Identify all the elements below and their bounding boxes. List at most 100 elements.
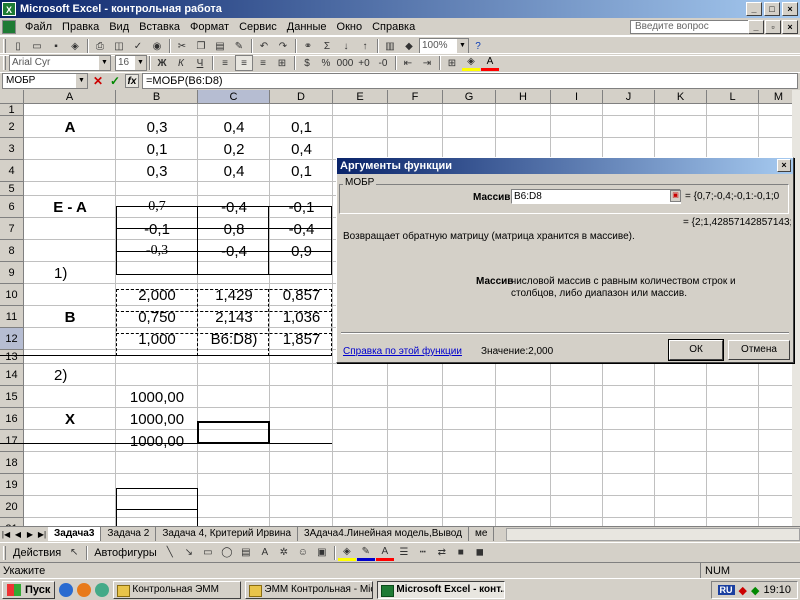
row-header-3[interactable]: 3 xyxy=(0,138,24,160)
rectangle-icon[interactable]: ▭ xyxy=(199,545,217,561)
ask-question-input[interactable]: Введите вопрос xyxy=(630,20,750,34)
cell-c12[interactable]: B6:D8) xyxy=(198,328,270,350)
line-icon[interactable]: ╲ xyxy=(161,545,179,561)
paste-icon[interactable]: ▤ xyxy=(211,38,229,54)
cell-b16[interactable]: 1000,00 xyxy=(116,408,198,430)
redo-icon[interactable]: ↷ xyxy=(274,38,292,54)
enter-icon[interactable]: ✓ xyxy=(108,74,122,88)
copy-icon[interactable]: ❐ xyxy=(192,38,210,54)
cell-a9[interactable]: 1) xyxy=(24,262,116,284)
line-style-icon[interactable]: ☰ xyxy=(395,545,413,561)
sort-asc-icon[interactable]: ↓ xyxy=(337,38,355,54)
3d-icon[interactable]: ◼ xyxy=(471,545,489,561)
cell-d3[interactable]: 0,4 xyxy=(270,138,333,160)
cell-b17[interactable]: 1000,00 xyxy=(116,430,198,452)
menu-insert[interactable]: Вставка xyxy=(134,21,185,33)
column-header-B[interactable]: B xyxy=(116,90,198,104)
menu-help[interactable]: Справка xyxy=(367,21,420,33)
new-icon[interactable]: ▯ xyxy=(9,38,27,54)
align-center-icon[interactable]: ≡ xyxy=(235,55,253,71)
first-sheet-icon[interactable]: |◀ xyxy=(0,530,12,539)
zoom-select[interactable]: 100% xyxy=(419,38,469,54)
bold-icon[interactable]: Ж xyxy=(153,55,171,71)
cell-c10[interactable]: 1,429 xyxy=(198,284,270,306)
cell-b12[interactable]: 1,000 xyxy=(116,328,198,350)
column-header-H[interactable]: H xyxy=(496,90,551,104)
align-left-icon[interactable]: ≡ xyxy=(216,55,234,71)
autosum-icon[interactable]: Σ xyxy=(318,38,336,54)
column-header-A[interactable]: A xyxy=(24,90,116,104)
cut-icon[interactable]: ✂ xyxy=(173,38,191,54)
permission-icon[interactable]: ◈ xyxy=(66,38,84,54)
row-header-2[interactable]: 2 xyxy=(0,116,24,138)
cancel-button[interactable]: Отмена xyxy=(728,340,790,360)
menu-data[interactable]: Данные xyxy=(282,21,332,33)
cell-d10[interactable]: 0,857 xyxy=(270,284,333,306)
prev-sheet-icon[interactable]: ◀ xyxy=(12,530,24,539)
clipart-icon[interactable]: ☺ xyxy=(294,545,312,561)
print-icon[interactable]: ⎙ xyxy=(91,38,109,54)
autoshapes-menu[interactable]: Автофигуры xyxy=(90,547,161,559)
cancel-icon[interactable]: ✕ xyxy=(91,74,105,88)
sheet-tab-more[interactable]: ме xyxy=(468,527,495,541)
sheet-tab-task3[interactable]: Задача3 xyxy=(48,527,102,541)
cell-c2[interactable]: 0,4 xyxy=(198,116,270,138)
decrease-indent-icon[interactable]: ⇤ xyxy=(399,55,417,71)
column-header-K[interactable]: K xyxy=(655,90,707,104)
cell-b11[interactable]: 0,750 xyxy=(116,306,198,328)
row-header-17[interactable]: 17 xyxy=(0,430,24,452)
underline-icon[interactable]: Ч xyxy=(191,55,209,71)
language-indicator[interactable]: RU xyxy=(717,585,735,595)
format-painter-icon[interactable]: ✎ xyxy=(230,38,248,54)
chart-wizard-icon[interactable]: ▥ xyxy=(381,38,399,54)
row-header-18[interactable]: 18 xyxy=(0,452,24,474)
insert-function-icon[interactable]: fx xyxy=(125,74,139,88)
align-right-icon[interactable]: ≡ xyxy=(254,55,272,71)
task-excel[interactable]: Microsoft Excel - конт... xyxy=(377,580,506,599)
ok-button[interactable]: ОК xyxy=(668,339,724,361)
dialog-close-button[interactable]: × xyxy=(777,159,791,172)
actions-menu[interactable]: Действия xyxy=(9,547,65,559)
sheet-tab-task2[interactable]: Задача 2 xyxy=(101,527,157,541)
spelling-icon[interactable]: ✓ xyxy=(129,38,147,54)
row-header-1[interactable]: 1 xyxy=(0,104,24,116)
cell-b8[interactable]: -0,3 xyxy=(116,240,198,262)
currency-icon[interactable]: $ xyxy=(298,55,316,71)
mail-icon[interactable] xyxy=(77,582,92,597)
array-argument-input[interactable]: B6:D8 xyxy=(511,189,681,204)
shadow-icon[interactable]: ■ xyxy=(452,545,470,561)
column-header-L[interactable]: L xyxy=(707,90,759,104)
menu-file[interactable]: Файл xyxy=(20,21,57,33)
cell-c7[interactable]: 0,8 xyxy=(198,218,270,240)
column-header-M[interactable]: M xyxy=(759,90,792,104)
toolbar-grip[interactable] xyxy=(3,56,6,70)
column-header-E[interactable]: E xyxy=(333,90,388,104)
sort-desc-icon[interactable]: ↑ xyxy=(356,38,374,54)
horizontal-scrollbar[interactable] xyxy=(506,527,800,541)
menu-view[interactable]: Вид xyxy=(104,21,134,33)
row-header-9[interactable]: 9 xyxy=(0,262,24,284)
font-color-icon[interactable]: A xyxy=(481,55,499,71)
thousands-icon[interactable]: 000 xyxy=(336,55,354,71)
row-header-15[interactable]: 15 xyxy=(0,386,24,408)
active-cell[interactable] xyxy=(197,421,270,444)
menu-format[interactable]: Формат xyxy=(185,21,234,33)
row-header-13[interactable]: 13 xyxy=(0,350,24,364)
research-icon[interactable]: ◉ xyxy=(148,38,166,54)
cell-a14[interactable]: 2) xyxy=(24,364,116,386)
cell-d6[interactable]: -0,1 xyxy=(270,196,333,218)
collapse-dialog-icon[interactable]: ▣ xyxy=(670,190,681,202)
cell-a11[interactable]: B xyxy=(24,306,116,328)
column-header-I[interactable]: I xyxy=(551,90,603,104)
row-header-11[interactable]: 11 xyxy=(0,306,24,328)
fill-color-icon[interactable]: ◈ xyxy=(337,545,356,561)
cell-b6[interactable]: 0,7 xyxy=(116,196,198,218)
row-header-4[interactable]: 4 xyxy=(0,160,24,182)
tray-icon[interactable]: ◆ xyxy=(739,584,747,597)
name-box[interactable]: МОБР xyxy=(2,73,88,89)
borders-icon[interactable]: ⊞ xyxy=(443,55,461,71)
cell-b10[interactable]: 2,000 xyxy=(116,284,198,306)
cell-b7[interactable]: -0,1 xyxy=(116,218,198,240)
increase-indent-icon[interactable]: ⇥ xyxy=(418,55,436,71)
select-objects-icon[interactable]: ↖ xyxy=(65,545,83,561)
